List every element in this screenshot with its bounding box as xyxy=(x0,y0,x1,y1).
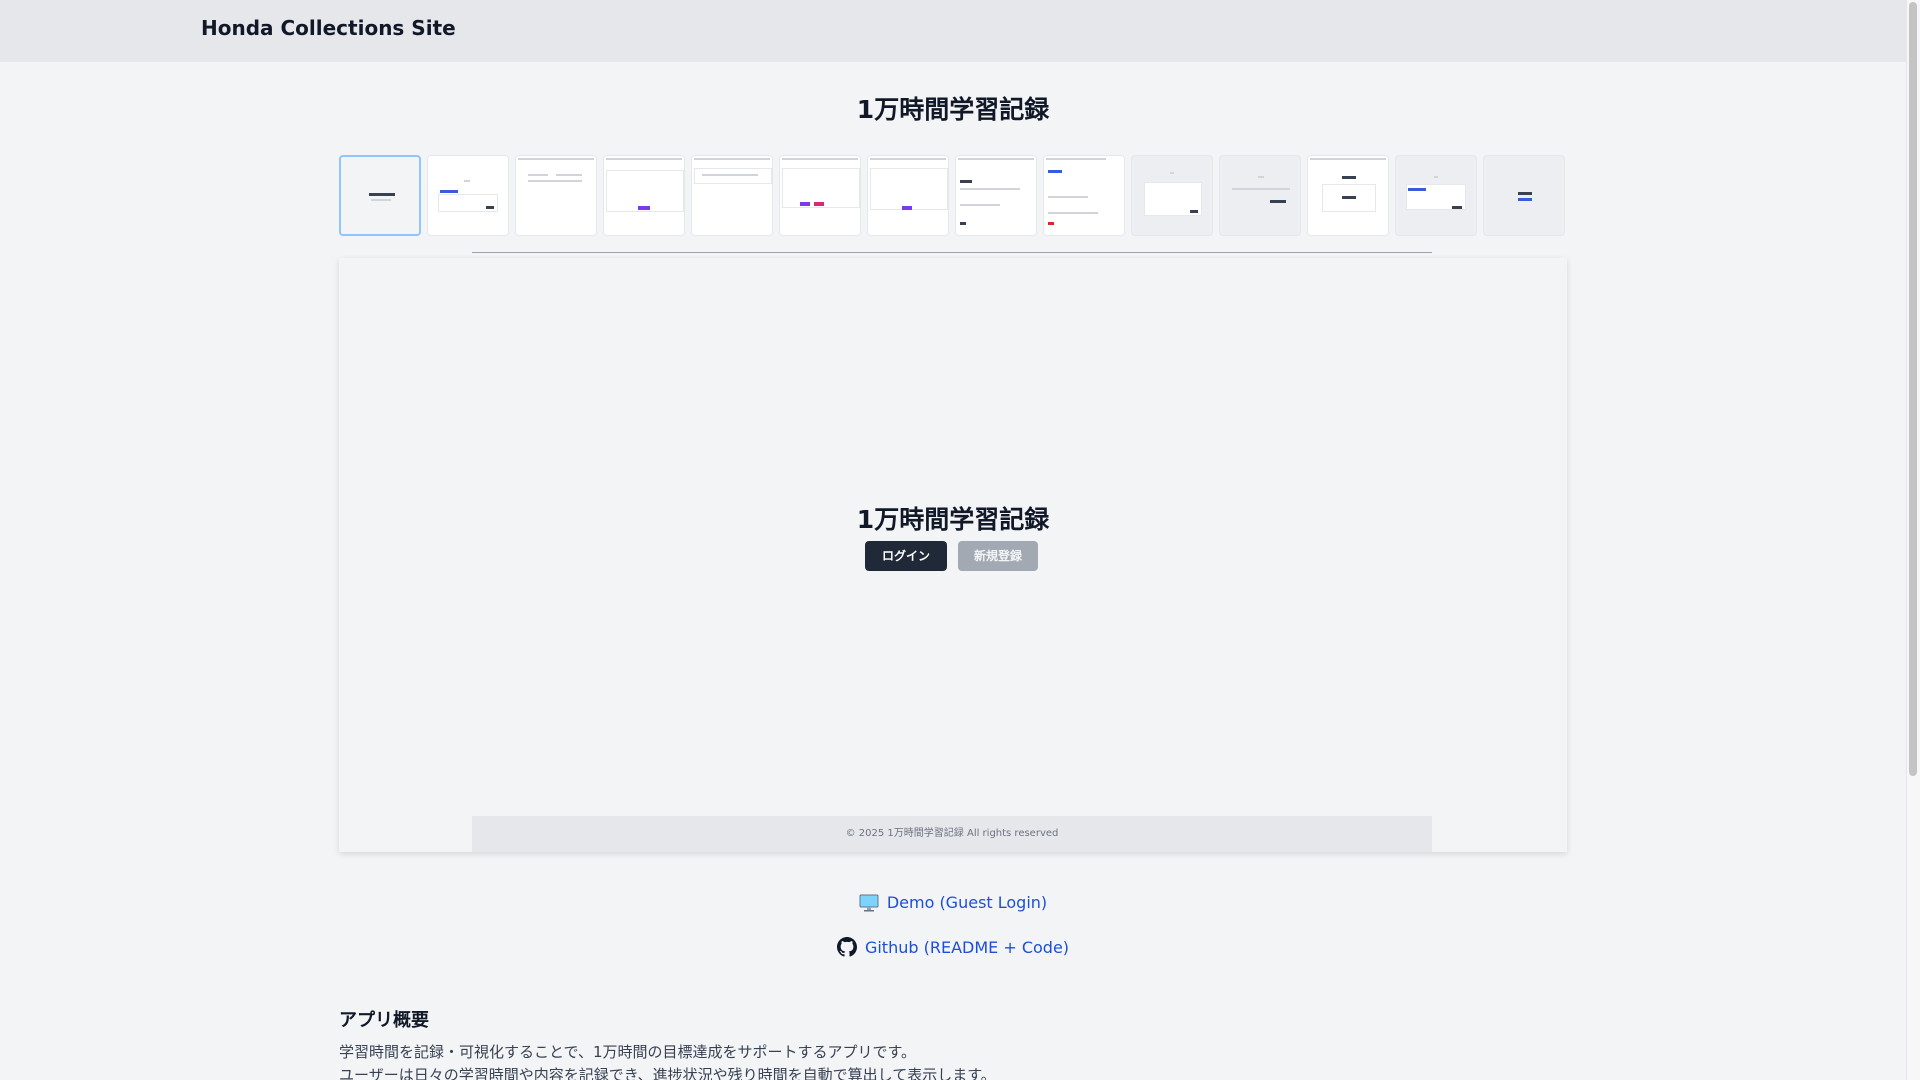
screenshot-thumbnail[interactable] xyxy=(867,155,949,236)
screenshot-thumbnail[interactable] xyxy=(691,155,773,236)
page-title: 1万時間学習記録 xyxy=(856,95,1050,124)
github-link[interactable]: Github (README + Code) xyxy=(836,937,1070,957)
site-header: Honda Collections Site xyxy=(0,0,1906,62)
screenshot-thumbnail[interactable] xyxy=(1131,155,1213,236)
github-icon xyxy=(836,937,857,957)
preview-login-button: ログイン xyxy=(865,541,947,571)
site-title[interactable]: Honda Collections Site xyxy=(201,16,456,40)
screenshot-thumbnail[interactable] xyxy=(515,155,597,236)
screenshot-preview: 1万時間学習記録 ログイン 新規登録 © 2025 1万時間学習記録 All r… xyxy=(339,258,1567,852)
preview-divider xyxy=(472,252,1432,253)
demo-link-label: Demo (Guest Login) xyxy=(886,893,1048,912)
scrollbar-thumb[interactable] xyxy=(1909,2,1917,776)
screenshot-thumbnail[interactable] xyxy=(1483,155,1565,236)
screenshot-thumbnail-strip xyxy=(339,155,1565,236)
screenshot-thumbnail[interactable] xyxy=(779,155,861,236)
screenshot-thumbnail[interactable] xyxy=(1219,155,1301,236)
overview-line-1: 学習時間を記録・可視化することで、1万時間の目標達成をサポートするアプリです。 xyxy=(339,1043,916,1061)
overview-line-2: ユーザーは日々の学習時間や内容を記録でき、進捗状況や残り時間を自動で算出して表示… xyxy=(339,1066,996,1080)
preview-footer: © 2025 1万時間学習記録 All rights reserved xyxy=(472,816,1432,852)
preview-register-button: 新規登録 xyxy=(958,541,1038,571)
screenshot-thumbnail[interactable] xyxy=(339,155,421,236)
demo-link[interactable]: Demo (Guest Login) xyxy=(859,893,1047,912)
github-link-label: Github (README + Code) xyxy=(864,937,1070,957)
overview-title: アプリ概要 xyxy=(339,1010,429,1031)
monitor-icon xyxy=(859,894,879,912)
screenshot-thumbnail[interactable] xyxy=(427,155,509,236)
screenshot-thumbnail[interactable] xyxy=(603,155,685,236)
screenshot-thumbnail[interactable] xyxy=(1307,155,1389,236)
screenshot-thumbnail[interactable] xyxy=(1395,155,1477,236)
page-scrollbar[interactable] xyxy=(1906,0,1920,1080)
preview-app-title: 1万時間学習記録 xyxy=(856,505,1050,534)
demo-link-row: Demo (Guest Login) xyxy=(0,893,1906,916)
screenshot-thumbnail[interactable] xyxy=(1043,155,1125,236)
github-link-row: Github (README + Code) xyxy=(0,937,1906,961)
screenshot-thumbnail[interactable] xyxy=(955,155,1037,236)
